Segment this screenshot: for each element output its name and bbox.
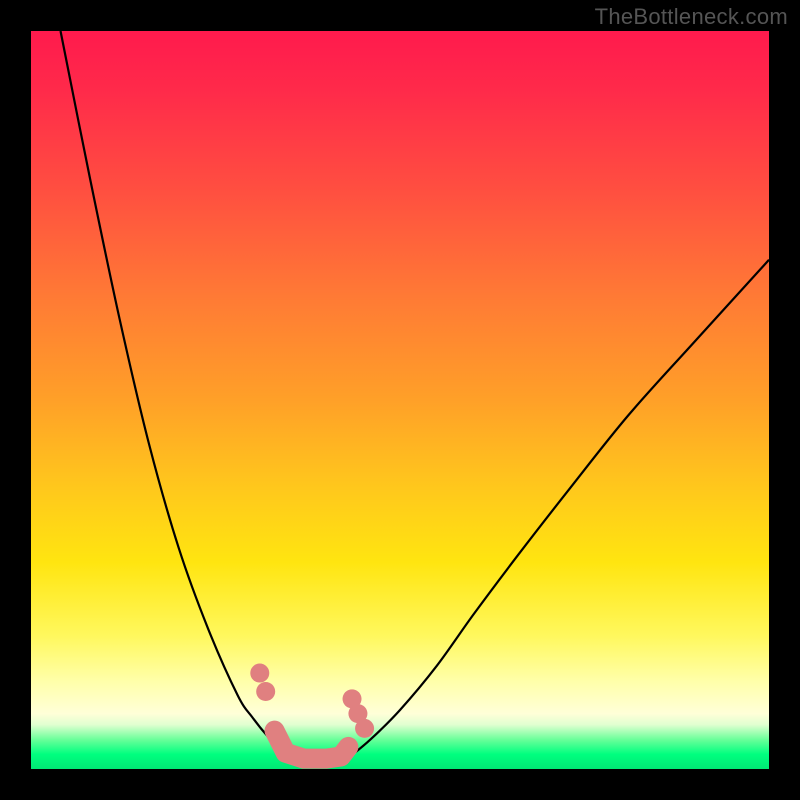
data-marker [256, 682, 275, 701]
trough-highlight [275, 731, 349, 759]
data-marker [250, 664, 269, 683]
data-marker [355, 719, 374, 738]
right-curve [348, 260, 769, 758]
left-curve [61, 31, 293, 758]
outer-frame: TheBottleneck.com [0, 0, 800, 800]
chart-svg [31, 31, 769, 769]
watermark-text: TheBottleneck.com [595, 4, 788, 30]
